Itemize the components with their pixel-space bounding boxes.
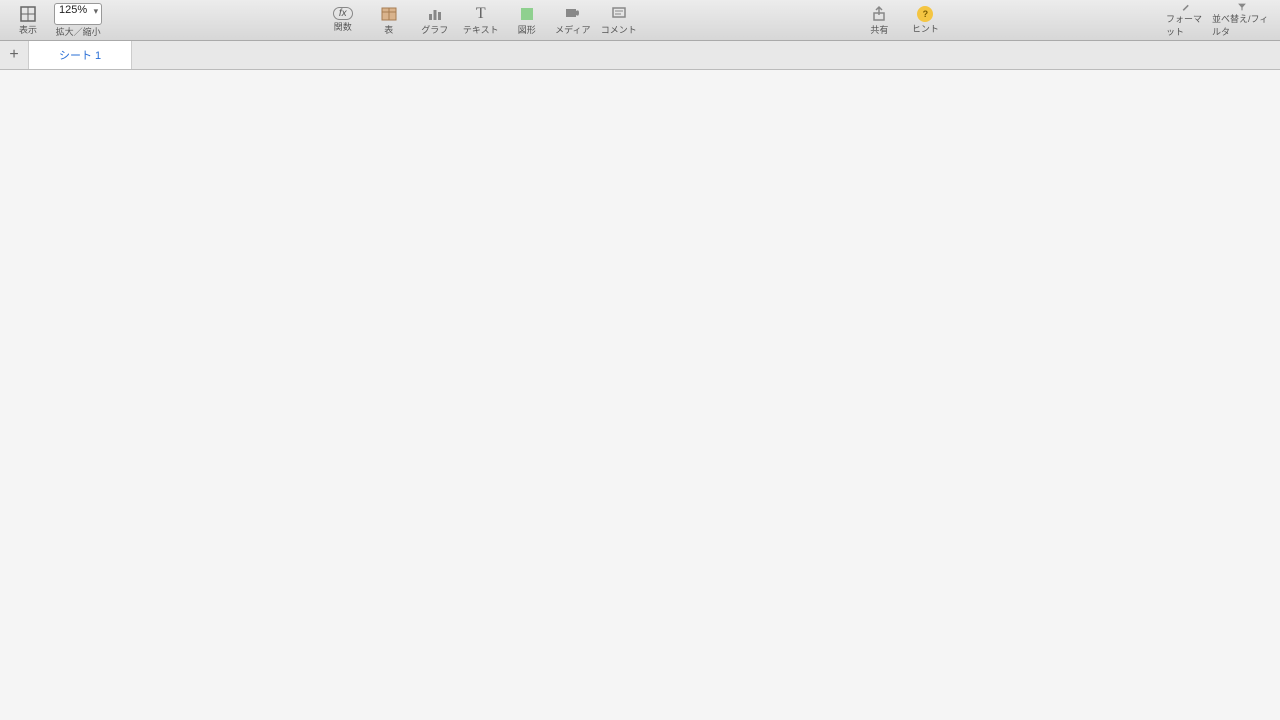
share-button[interactable]: 共有 xyxy=(859,2,899,38)
media-icon xyxy=(564,5,582,23)
tab-strip: + シート 1 xyxy=(0,41,1280,70)
zoom-select[interactable]: 125% xyxy=(54,3,102,25)
view-menu[interactable]: 表示 xyxy=(8,2,48,38)
media-button[interactable]: メディア xyxy=(553,2,593,38)
brush-icon xyxy=(1177,2,1195,12)
share-icon xyxy=(870,5,888,23)
toolbar: 表示 125% 拡大／縮小 fx関数 表 グラフ Tテキスト 図形 メディア コ… xyxy=(0,0,1280,41)
format-button[interactable]: フォーマット xyxy=(1166,2,1206,38)
tab-sheet1[interactable]: シート 1 xyxy=(29,41,132,69)
chart-icon xyxy=(426,5,444,23)
fx-icon: fx xyxy=(333,7,353,20)
shape-icon xyxy=(518,5,536,23)
table-button[interactable]: 表 xyxy=(369,2,409,38)
chart-button[interactable]: グラフ xyxy=(415,2,455,38)
text-button[interactable]: Tテキスト xyxy=(461,2,501,38)
shape-button[interactable]: 図形 xyxy=(507,2,547,38)
comment-button[interactable]: コメント xyxy=(599,2,639,38)
add-sheet-button[interactable]: + xyxy=(0,41,29,69)
text-icon: T xyxy=(476,5,486,23)
funnel-icon xyxy=(1233,2,1251,12)
hint-button[interactable]: ?ヒント xyxy=(905,2,945,38)
grid-icon xyxy=(19,5,37,23)
help-icon: ? xyxy=(917,6,933,22)
sort-filter-button[interactable]: 並べ替え/フィルタ xyxy=(1212,2,1272,38)
table-icon xyxy=(380,5,398,23)
comment-icon xyxy=(610,5,628,23)
zoom-control[interactable]: 125% 拡大／縮小 xyxy=(54,3,102,38)
function-button[interactable]: fx関数 xyxy=(323,2,363,38)
